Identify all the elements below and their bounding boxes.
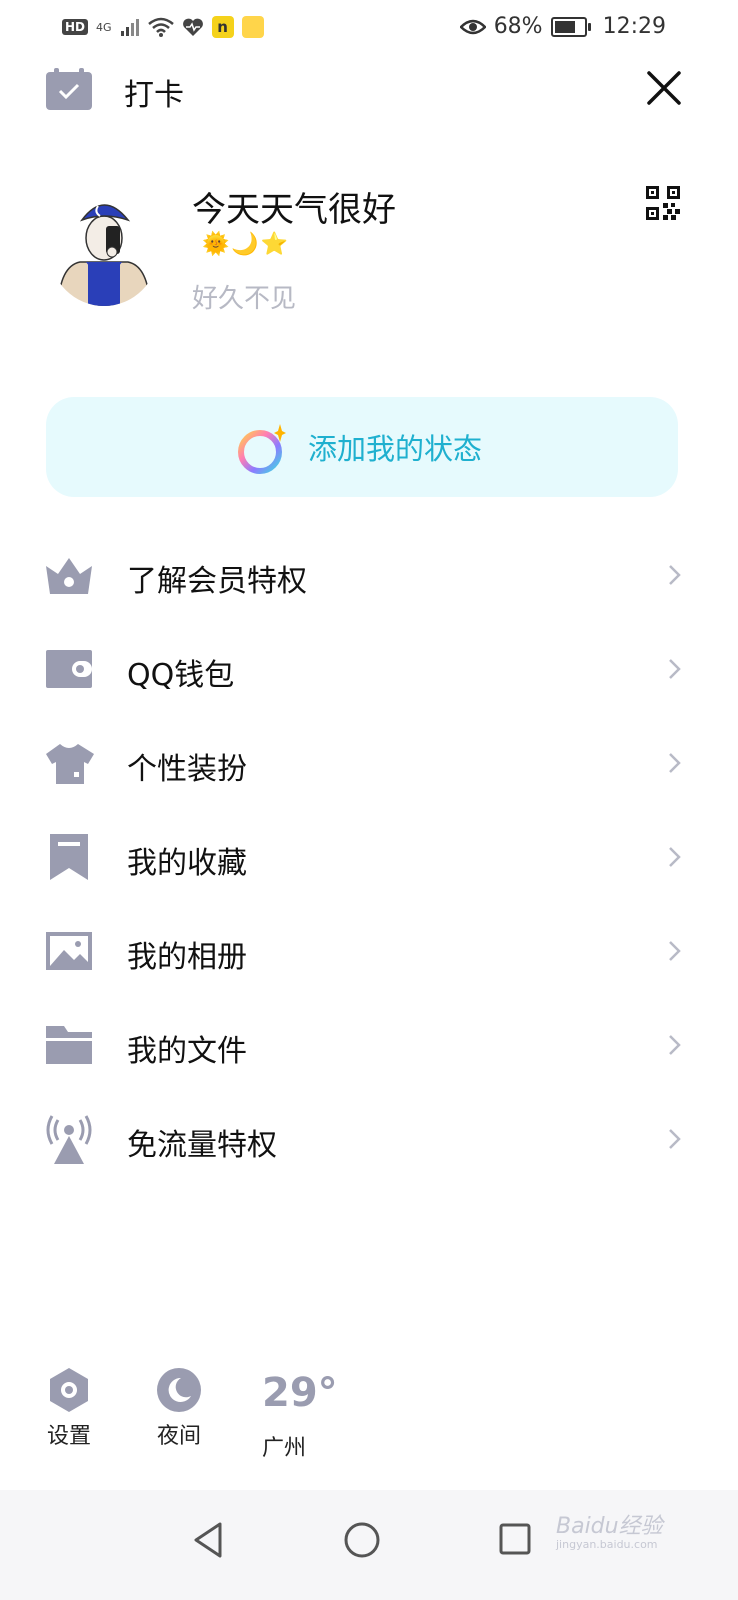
qr-code-icon[interactable]	[646, 186, 680, 220]
menu-item-theme[interactable]: 个性装扮	[0, 718, 738, 808]
chevron-right-icon	[669, 847, 681, 867]
menu-label: 了解会员特权	[127, 564, 307, 599]
weather-city[interactable]: 广州	[262, 1430, 306, 1462]
signature[interactable]: 好久不见	[192, 278, 296, 315]
night-label: 夜间	[156, 1424, 201, 1449]
tshirt-icon	[46, 744, 94, 784]
menu-item-favorites[interactable]: 我的收藏	[0, 812, 738, 902]
close-icon[interactable]	[646, 70, 682, 106]
network-type: 4G	[96, 20, 112, 34]
clock: 12:29	[602, 14, 666, 39]
photo-icon	[46, 932, 92, 970]
chevron-right-icon	[669, 753, 681, 773]
folder-icon	[46, 1026, 92, 1064]
status-left: HD 4G n	[62, 16, 264, 38]
status-right: 68% 12:29	[459, 14, 666, 39]
nickname[interactable]: 今天天气很好	[192, 182, 396, 231]
wifi-icon	[147, 17, 174, 37]
watermark: Baidu经验	[556, 1514, 663, 1539]
back-triangle-icon[interactable]	[190, 1520, 226, 1560]
menu-label: 我的相册	[127, 940, 247, 975]
status-ring-icon	[238, 424, 286, 474]
home-circle-icon[interactable]	[342, 1520, 382, 1560]
calendar-check-icon[interactable]	[46, 68, 92, 110]
signal-icon	[120, 19, 139, 36]
night-mode-button[interactable]: 夜间	[152, 1366, 206, 1450]
eye-comfort-icon	[459, 19, 486, 34]
menu-item-album[interactable]: 我的相册	[0, 906, 738, 996]
status-emojis: 🌞🌙⭐	[202, 232, 291, 257]
crown-icon	[46, 558, 92, 594]
gear-icon	[50, 1368, 88, 1412]
health-heart-icon	[182, 18, 203, 36]
app-badge-icon	[241, 16, 264, 38]
avatar[interactable]	[50, 186, 158, 306]
watermark-url: jingyan.baidu.com	[556, 1538, 658, 1551]
menu-item-wallet[interactable]: QQ钱包	[0, 624, 738, 714]
checkin-label[interactable]: 打卡	[124, 70, 184, 114]
status-bar: HD 4G n 68% 12:29	[0, 0, 738, 58]
hd-indicator: HD	[62, 19, 89, 35]
add-status-label: 添加我的状态	[308, 432, 483, 466]
chevron-right-icon	[669, 1129, 681, 1149]
menu-label: 我的收藏	[127, 846, 247, 881]
weather-temperature[interactable]: 29°	[262, 1370, 338, 1416]
recent-apps-icon[interactable]	[498, 1522, 532, 1556]
chevron-right-icon	[669, 941, 681, 961]
menu-label: QQ钱包	[127, 658, 235, 693]
wallet-icon	[46, 650, 92, 688]
settings-label: 设置	[46, 1424, 91, 1449]
moon-icon	[157, 1368, 201, 1412]
signal-tower-icon	[46, 1115, 92, 1164]
chevron-right-icon	[669, 659, 681, 679]
battery-icon	[550, 16, 591, 37]
app-badge-n: n	[211, 16, 234, 38]
menu-label: 个性装扮	[127, 752, 247, 787]
menu-item-free-data[interactable]: 免流量特权	[0, 1094, 738, 1184]
battery-percent: 68%	[493, 14, 543, 39]
menu-item-vip[interactable]: 了解会员特权	[0, 530, 738, 620]
menu-item-files[interactable]: 我的文件	[0, 1000, 738, 1090]
system-nav-bar: Baidu经验 jingyan.baidu.com	[0, 1490, 738, 1600]
chevron-right-icon	[669, 565, 681, 585]
bookmark-icon	[50, 834, 88, 880]
menu-label: 免流量特权	[127, 1128, 277, 1163]
menu-label: 我的文件	[127, 1034, 247, 1069]
chevron-right-icon	[669, 1035, 681, 1055]
settings-button[interactable]: 设置	[42, 1366, 96, 1450]
